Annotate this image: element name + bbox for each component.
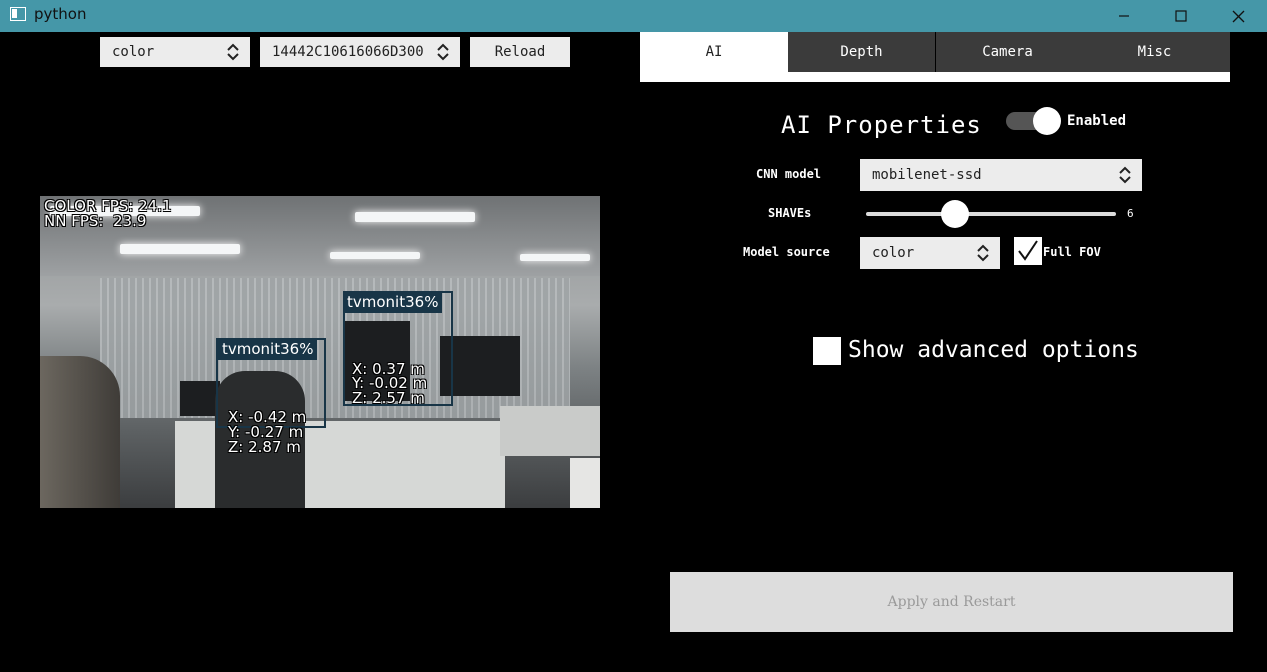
title-bar: python (0, 0, 1267, 32)
preview-light (520, 254, 590, 261)
tab-depth[interactable]: Depth (788, 32, 935, 72)
model-source-value: color (872, 245, 915, 261)
minimize-icon (1119, 15, 1129, 17)
cnn-model-select[interactable]: mobilenet-ssd (860, 159, 1142, 191)
maximize-icon (1175, 10, 1187, 22)
close-button[interactable] (1209, 0, 1267, 32)
shaves-slider[interactable] (866, 212, 1116, 216)
show-advanced-checkbox[interactable] (813, 337, 841, 365)
shaves-value: 6 (1127, 207, 1134, 220)
preview-monitor (180, 381, 220, 416)
model-source-label: Model source (743, 245, 830, 259)
preview-desk (570, 458, 600, 508)
tab-ai[interactable]: AI (640, 32, 788, 72)
updown-arrows-icon (1119, 166, 1131, 184)
close-icon (1232, 10, 1244, 22)
window-title: python (34, 5, 87, 23)
detection-z: Z: 2.57 m (352, 389, 425, 407)
nn-fps-text: NN FPS: 23.9 (44, 212, 147, 230)
detection-label: tvmonit36% (343, 291, 443, 313)
cnn-model-label: CNN model (756, 167, 822, 181)
preview-light (120, 244, 240, 254)
updown-arrows-icon (977, 244, 989, 262)
model-source-select[interactable]: color (860, 237, 1000, 269)
detection-z: Z: 2.87 m (228, 438, 301, 456)
enabled-toggle-knob[interactable] (1033, 107, 1061, 135)
camera-preview: COLOR FPS: 24.1 NN FPS: 23.9 tvmonit36% … (40, 196, 600, 508)
enabled-label: Enabled (1067, 113, 1127, 129)
tab-camera[interactable]: Camera (936, 32, 1079, 72)
updown-arrows-icon (437, 43, 449, 61)
maximize-button[interactable] (1152, 0, 1210, 32)
device-select-value: 14442C10616066D300 (272, 44, 424, 60)
full-fov-checkbox[interactable] (1014, 237, 1042, 265)
checkmark-icon (1018, 240, 1038, 261)
show-advanced-label: Show advanced options (848, 337, 1139, 363)
source-select[interactable]: color (100, 37, 250, 67)
full-fov-label: Full FOV (1043, 245, 1101, 259)
apply-restart-button[interactable]: Apply and Restart (670, 572, 1233, 632)
updown-arrows-icon (227, 43, 239, 61)
reload-button[interactable]: Reload (470, 37, 570, 67)
preview-light (355, 212, 475, 222)
device-select[interactable]: 14442C10616066D300 (260, 37, 460, 67)
preview-desk (500, 406, 600, 456)
window-app-icon (10, 7, 26, 21)
ai-properties-title: AI Properties (781, 111, 982, 139)
shaves-slider-handle[interactable] (941, 200, 969, 228)
preview-person (40, 356, 120, 508)
tab-indicator (640, 72, 1230, 82)
minimize-button[interactable] (1095, 0, 1153, 32)
cnn-model-value: mobilenet-ssd (872, 167, 982, 183)
preview-light (330, 252, 420, 259)
tab-misc[interactable]: Misc (1079, 32, 1230, 72)
detection-label: tvmonit36% (218, 338, 318, 360)
shaves-label: SHAVEs (768, 206, 812, 220)
source-select-value: color (112, 44, 155, 60)
